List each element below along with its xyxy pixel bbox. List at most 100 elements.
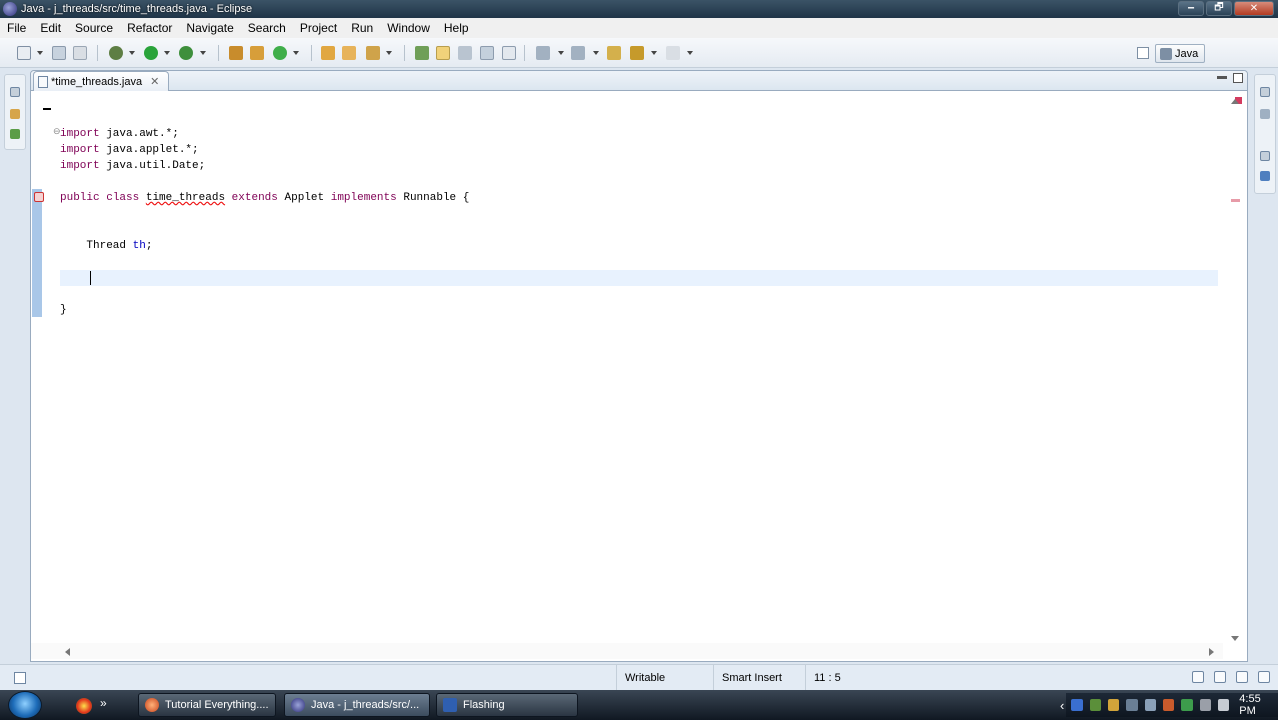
- main-toolbar: [0, 38, 1278, 68]
- taskbar-clock[interactable]: 4:55 PM: [1239, 693, 1278, 717]
- menu-refactor[interactable]: Refactor: [120, 21, 179, 35]
- tray-app-icon[interactable]: [1144, 699, 1156, 711]
- menu-edit[interactable]: Edit: [33, 21, 68, 35]
- previous-annotation-icon[interactable]: [571, 46, 585, 60]
- tray-app-icon[interactable]: [1126, 699, 1138, 711]
- open-type-icon[interactable]: [321, 46, 335, 60]
- scroll-left-icon[interactable]: [65, 648, 70, 656]
- new-java-project-icon[interactable]: [229, 46, 243, 60]
- scroll-up-icon[interactable]: [1231, 99, 1239, 104]
- editor-tab-time-threads[interactable]: *time_threads.java ✕: [33, 71, 169, 91]
- task-list-icon[interactable]: [1260, 109, 1270, 119]
- network-icon[interactable]: [1199, 699, 1211, 711]
- last-edit-icon[interactable]: [607, 46, 621, 60]
- restore-view-icon[interactable]: [1260, 87, 1270, 97]
- show-whitespace-icon[interactable]: [480, 46, 494, 60]
- menu-run[interactable]: Run: [344, 21, 380, 35]
- run-icon[interactable]: [144, 46, 158, 60]
- forward-icon[interactable]: [666, 46, 680, 60]
- tray-app-icon[interactable]: [1181, 699, 1193, 711]
- search-icon[interactable]: [366, 46, 380, 60]
- menu-window[interactable]: Window: [380, 21, 437, 35]
- language-bar-icon[interactable]: [1071, 699, 1083, 711]
- error-marker-icon[interactable]: [34, 192, 44, 202]
- paragraph-icon[interactable]: [502, 46, 516, 60]
- restore-view-icon[interactable]: [10, 87, 20, 97]
- firefox-icon: [145, 698, 159, 712]
- close-button[interactable]: ✕: [1234, 1, 1274, 16]
- next-annotation-icon[interactable]: [536, 46, 550, 60]
- new-class-dropdown-icon[interactable]: [293, 51, 299, 55]
- tray-expand-arrow[interactable]: ‹: [1060, 698, 1064, 713]
- print-icon[interactable]: [73, 46, 87, 60]
- code-keyword: public: [60, 192, 100, 204]
- code-keyword: class: [106, 192, 140, 204]
- forward-dropdown-icon[interactable]: [687, 51, 693, 55]
- restore-icon[interactable]: [1192, 671, 1204, 683]
- new-package-icon[interactable]: [250, 46, 264, 60]
- menu-help[interactable]: Help: [437, 21, 476, 35]
- volume-icon[interactable]: [1217, 699, 1230, 711]
- previous-annotation-dropdown-icon[interactable]: [593, 51, 599, 55]
- code-text: java.applet.*;: [99, 144, 199, 156]
- chrome-icon[interactable]: [76, 698, 92, 714]
- search-dropdown-icon[interactable]: [386, 51, 392, 55]
- taskbar-button-tutorial[interactable]: Tutorial Everything....: [138, 693, 276, 717]
- globe-icon[interactable]: [1258, 671, 1270, 683]
- tray-app-icon[interactable]: [1089, 699, 1101, 711]
- quick-launch-more[interactable]: »: [100, 696, 107, 710]
- code-content[interactable]: import java.awt.*; import java.applet.*;…: [60, 126, 469, 318]
- window-controls: 🗕 🗗 ✕: [1178, 1, 1274, 16]
- windows-taskbar: » Tutorial Everything.... Java - j_threa…: [0, 690, 1278, 720]
- java-perspective-button[interactable]: Java: [1155, 44, 1205, 63]
- back-dropdown-icon[interactable]: [651, 51, 657, 55]
- package-explorer-icon[interactable]: [10, 109, 20, 119]
- open-perspective-icon[interactable]: [1137, 47, 1149, 59]
- restore-button[interactable]: 🗗: [1206, 1, 1232, 16]
- outline-icon[interactable]: [1260, 171, 1270, 181]
- code-text: java.util.Date;: [99, 160, 206, 172]
- restore-outline-icon[interactable]: [1260, 151, 1270, 161]
- tray-app-icon[interactable]: [1162, 699, 1175, 711]
- back-icon[interactable]: [630, 46, 644, 60]
- overview-error-marker[interactable]: [1231, 199, 1240, 202]
- block-selection-icon[interactable]: [458, 46, 472, 60]
- minimize-editor-icon[interactable]: [1217, 76, 1227, 79]
- start-button[interactable]: [8, 691, 42, 719]
- overview-ruler[interactable]: [1223, 91, 1247, 661]
- maximize-editor-icon[interactable]: [1233, 73, 1243, 83]
- debug-icon[interactable]: [109, 46, 123, 60]
- scroll-right-icon[interactable]: [1209, 648, 1214, 656]
- eclipse-icon: [3, 2, 17, 16]
- menu-file[interactable]: File: [0, 21, 33, 35]
- maximize-icon[interactable]: [1214, 671, 1226, 683]
- scroll-down-icon[interactable]: [1231, 636, 1239, 641]
- external-tools-icon[interactable]: [179, 46, 193, 60]
- menu-search[interactable]: Search: [241, 21, 293, 35]
- toggle-mark-occurrences-icon[interactable]: [415, 46, 429, 60]
- run-dropdown-icon[interactable]: [164, 51, 170, 55]
- horizontal-scrollbar[interactable]: [31, 643, 1223, 659]
- tray-app-icon[interactable]: [1108, 699, 1120, 711]
- new-class-icon[interactable]: [273, 46, 287, 60]
- tab-close-icon[interactable]: ✕: [150, 75, 159, 88]
- taskbar-button-eclipse[interactable]: Java - j_threads/src/...: [284, 693, 430, 717]
- external-tools-dropdown-icon[interactable]: [200, 51, 206, 55]
- next-annotation-dropdown-icon[interactable]: [558, 51, 564, 55]
- open-folder-icon[interactable]: [342, 46, 356, 60]
- new-dropdown-icon[interactable]: [37, 51, 43, 55]
- minimize-button[interactable]: 🗕: [1178, 1, 1204, 16]
- menu-source[interactable]: Source: [68, 21, 120, 35]
- progress-icon[interactable]: [1236, 671, 1248, 683]
- hierarchy-icon[interactable]: [10, 129, 20, 139]
- menu-navigate[interactable]: Navigate: [179, 21, 240, 35]
- save-icon[interactable]: [52, 46, 66, 60]
- taskbar-button-flashing[interactable]: Flashing: [436, 693, 578, 717]
- debug-dropdown-icon[interactable]: [129, 51, 135, 55]
- menu-project[interactable]: Project: [293, 21, 344, 35]
- fast-view-icon[interactable]: [14, 672, 26, 684]
- highlight-icon[interactable]: [436, 46, 450, 60]
- code-editor[interactable]: ⊖ import java.awt.*; import java.applet.…: [31, 91, 1247, 661]
- code-keyword: import: [60, 144, 100, 156]
- new-icon[interactable]: [17, 46, 31, 60]
